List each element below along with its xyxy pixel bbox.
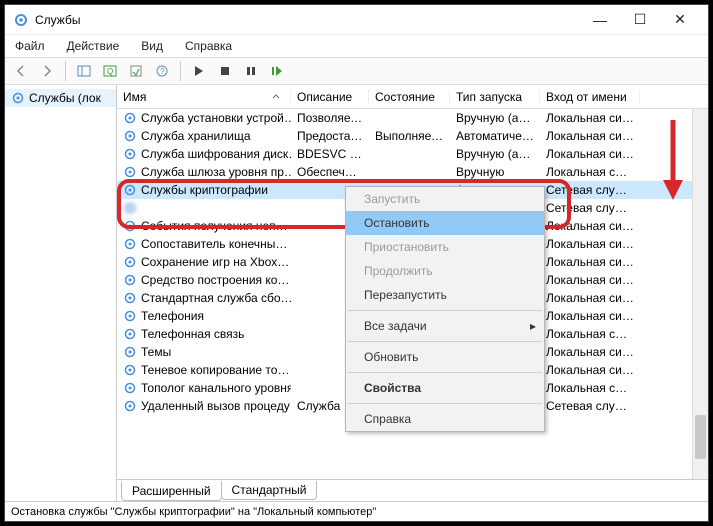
toolbar: Q ? — [5, 57, 708, 85]
context-menu-item[interactable]: Перезапустить — [346, 283, 544, 307]
pause-button[interactable] — [241, 61, 261, 81]
context-menu: ЗапуститьОстановитьПриостановитьПродолжи… — [345, 186, 545, 432]
forward-button[interactable] — [37, 61, 57, 81]
close-button[interactable]: ✕ — [660, 6, 700, 34]
gear-icon — [123, 201, 137, 215]
gear-icon — [123, 291, 137, 305]
table-row[interactable]: Служба шлюза уровня пр…Обеспечи…ВручнуюЛ… — [117, 163, 708, 181]
show-hide-tree-button[interactable] — [74, 61, 94, 81]
context-menu-item[interactable]: Обновить — [346, 345, 544, 369]
gear-icon — [123, 111, 137, 125]
gear-icon — [123, 381, 137, 395]
context-menu-item: Продолжить — [346, 259, 544, 283]
svg-text:Q: Q — [107, 67, 113, 76]
list-header: Имя Описание Состояние Тип запуска Вход … — [117, 85, 708, 109]
restart-button[interactable] — [267, 61, 287, 81]
context-menu-item: Запустить — [346, 187, 544, 211]
col-acct[interactable]: Вход от имени — [540, 90, 640, 104]
sidebar-item-services[interactable]: Службы (лок — [5, 89, 116, 107]
menu-action[interactable]: Действие — [63, 37, 124, 55]
vertical-scrollbar[interactable] — [692, 109, 708, 479]
gear-icon — [123, 309, 137, 323]
window-controls: — ☐ ✕ — [580, 6, 700, 34]
play-button[interactable] — [189, 61, 209, 81]
body: Службы (лок Имя Описание Состояние Тип з… — [5, 85, 708, 501]
menu-file[interactable]: Файл — [11, 37, 49, 55]
menubar: Файл Действие Вид Справка — [5, 35, 708, 57]
context-menu-item[interactable]: Свойства — [346, 376, 544, 400]
col-state[interactable]: Состояние — [369, 90, 450, 104]
main-panel: Имя Описание Состояние Тип запуска Вход … — [117, 85, 708, 501]
menu-help[interactable]: Справка — [181, 37, 236, 55]
refresh-button[interactable]: Q — [100, 61, 120, 81]
gear-icon — [123, 183, 137, 197]
gear-icon — [11, 91, 25, 105]
table-row[interactable]: Служба установки устрой…Позволяет…Вручну… — [117, 109, 708, 127]
back-button[interactable] — [11, 61, 31, 81]
context-menu-item: Приостановить — [346, 235, 544, 259]
gear-icon — [123, 345, 137, 359]
menu-view[interactable]: Вид — [137, 37, 167, 55]
minimize-button[interactable]: — — [580, 6, 620, 34]
export-button[interactable] — [126, 61, 146, 81]
titlebar: Службы — ☐ ✕ — [5, 5, 708, 35]
col-start[interactable]: Тип запуска — [450, 90, 540, 104]
table-row[interactable]: Служба шифрования диск…BDESVC пр…Вручную… — [117, 145, 708, 163]
tab-standard[interactable]: Стандартный — [221, 481, 318, 500]
context-menu-item[interactable]: Справка — [346, 407, 544, 431]
sidebar-label: Службы (лок — [29, 91, 101, 105]
gear-icon — [123, 129, 137, 143]
context-menu-item[interactable]: Остановить — [346, 211, 544, 235]
gear-icon — [123, 219, 137, 233]
gear-icon — [123, 165, 137, 179]
window-title: Службы — [35, 13, 580, 27]
col-name[interactable]: Имя — [117, 90, 291, 104]
gear-icon — [123, 327, 137, 341]
context-menu-item[interactable]: Все задачи▸ — [346, 314, 544, 338]
gear-icon — [13, 12, 29, 28]
services-window: Службы — ☐ ✕ Файл Действие Вид Справка Q… — [4, 4, 709, 522]
maximize-button[interactable]: ☐ — [620, 6, 660, 34]
gear-icon — [123, 255, 137, 269]
gear-icon — [123, 237, 137, 251]
stop-button[interactable] — [215, 61, 235, 81]
status-text: Остановка службы "Службы криптографии" н… — [11, 506, 376, 518]
gear-icon — [123, 147, 137, 161]
table-row[interactable]: Служба хранилищаПредостав…ВыполняетсяАвт… — [117, 127, 708, 145]
gear-icon — [123, 273, 137, 287]
gear-icon — [123, 399, 137, 413]
scrollbar-thumb[interactable] — [695, 415, 706, 459]
gear-icon — [123, 363, 137, 377]
help-button[interactable]: ? — [152, 61, 172, 81]
tabs: Расширенный Стандартный — [117, 479, 708, 501]
sidebar: Службы (лок — [5, 85, 117, 501]
tab-extended[interactable]: Расширенный — [121, 482, 222, 501]
col-desc[interactable]: Описание — [291, 90, 369, 104]
svg-text:?: ? — [160, 67, 165, 76]
statusbar: Остановка службы "Службы криптографии" н… — [5, 501, 708, 521]
